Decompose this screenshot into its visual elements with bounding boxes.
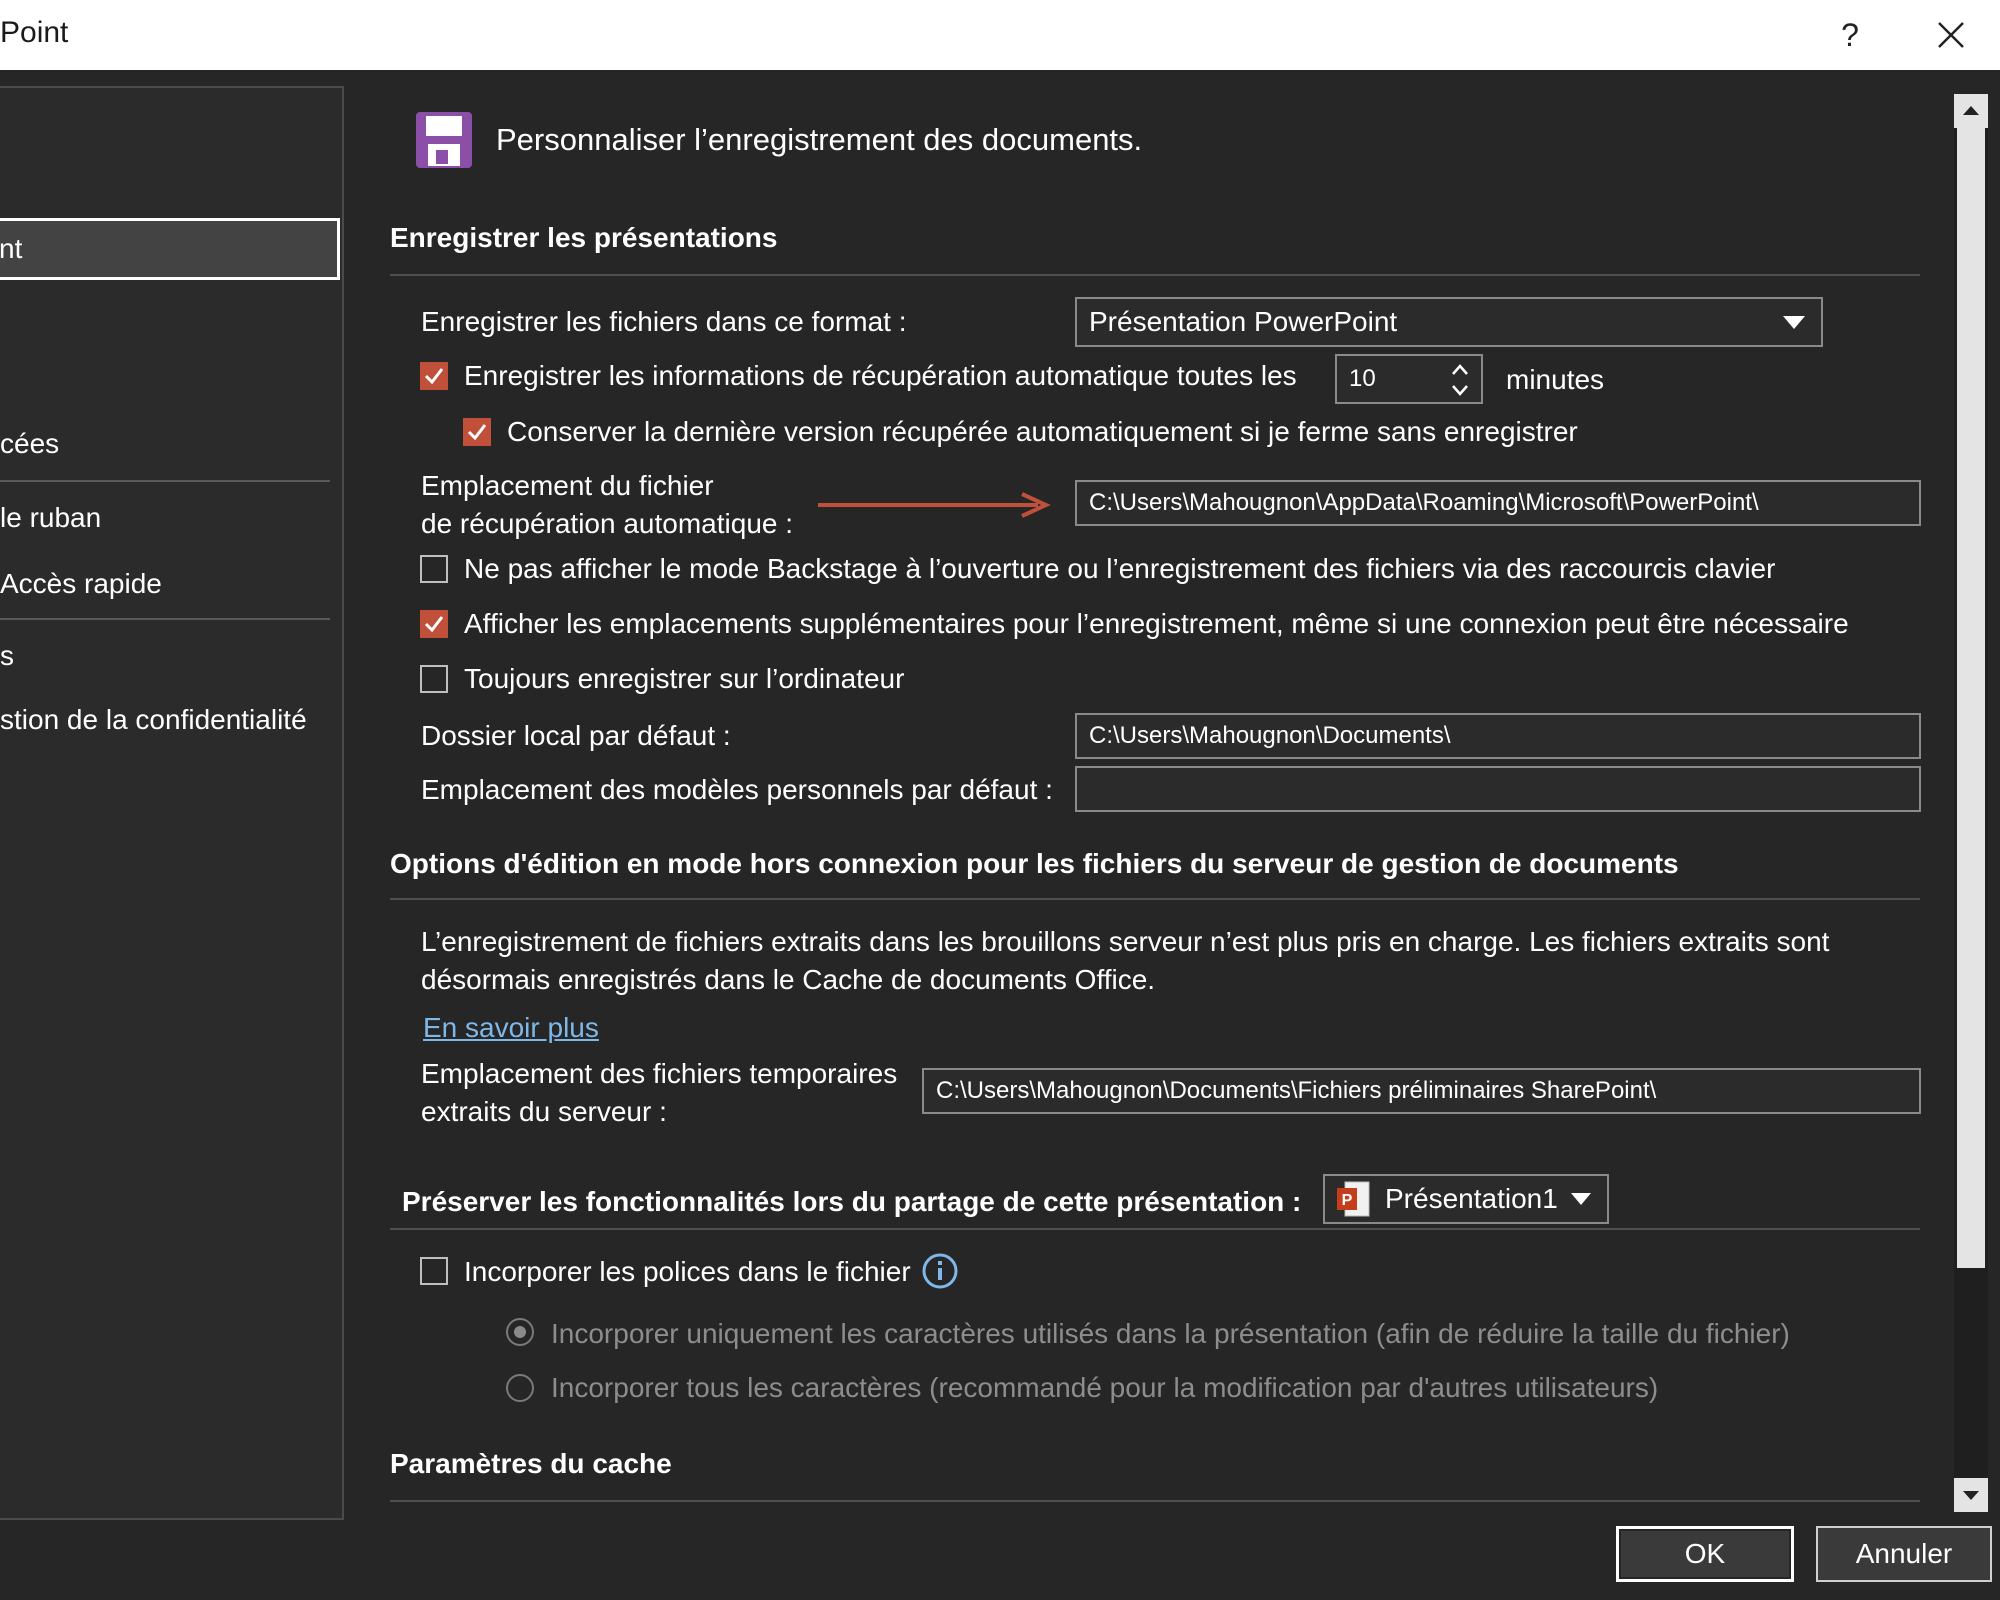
autorecover-checkbox[interactable]: [420, 362, 448, 390]
scrollbar-thumb[interactable]: [1957, 128, 1985, 1268]
offline-info-line-2: désormais enregistrés dans le Cache de d…: [421, 964, 1156, 995]
no-backstage-checkbox[interactable]: [420, 555, 448, 583]
always-local-checkbox[interactable]: [420, 665, 448, 693]
default-folder-label: Dossier local par défaut :: [421, 720, 731, 751]
scroll-up-icon: [1963, 106, 1979, 115]
embed-used-radio[interactable]: [506, 1318, 534, 1346]
keep-version-checkbox[interactable]: [463, 418, 491, 446]
embed-all-radio[interactable]: [506, 1374, 534, 1402]
title-bar: Point ?: [0, 0, 2000, 70]
section-divider: [390, 274, 1920, 276]
close-icon: [1938, 22, 1964, 48]
svg-text:P: P: [1342, 1192, 1353, 1209]
always-local-label: Toujours enregistrer sur l’ordinateur: [464, 663, 905, 694]
autorecover-location-value: C:\Users\Mahougnon\AppData\Roaming\Micro…: [1089, 489, 1759, 516]
no-backstage-label: Ne pas afficher le mode Backstage à l’ou…: [464, 553, 1776, 584]
chevron-down-icon: [1571, 1193, 1591, 1205]
temp-location-label: Emplacement des fichiers temporaires: [421, 1058, 898, 1089]
format-select-value: Présentation PowerPoint: [1089, 306, 1398, 337]
page-title: Personnaliser l’enregistrement des docum…: [496, 122, 1143, 157]
checkmark-icon: [424, 368, 444, 385]
scroll-down-icon: [1963, 1491, 1979, 1500]
temp-location-input[interactable]: C:\Users\Mahougnon\Documents\Fichiers pr…: [922, 1068, 1921, 1114]
section-heading-offline: Options d'édition en mode hors connexion…: [390, 848, 1679, 879]
default-folder-input[interactable]: C:\Users\Mahougnon\Documents\: [1075, 713, 1921, 759]
minutes-label: minutes: [1506, 364, 1605, 395]
embed-fonts-label: Incorporer les polices dans le fichier: [464, 1256, 911, 1287]
section-divider: [390, 898, 1920, 900]
chevron-down-icon: [1783, 316, 1805, 329]
scroll-up-button[interactable]: [1954, 94, 1988, 128]
save-icon: [414, 110, 474, 170]
temp-location-label-2: extraits du serveur :: [421, 1096, 667, 1127]
spin-arrows-icon[interactable]: [1449, 360, 1471, 400]
keep-version-label: Conserver la dernière version récupérée …: [507, 416, 1578, 447]
learn-more-link[interactable]: En savoir plus: [423, 1012, 599, 1044]
autorecover-minutes-stepper[interactable]: 10: [1335, 354, 1483, 404]
checkmark-icon: [467, 424, 487, 441]
temp-location-value: C:\Users\Mahougnon\Documents\Fichiers pr…: [936, 1077, 1657, 1104]
section-heading-cache: Paramètres du cache: [390, 1448, 672, 1479]
sidebar-divider: [0, 618, 330, 620]
scroll-down-button[interactable]: [1954, 1478, 1988, 1512]
help-button[interactable]: ?: [1828, 12, 1872, 58]
cancel-button[interactable]: Annuler: [1816, 1526, 1992, 1582]
arrow-annotation-icon: [818, 492, 1051, 518]
autorecover-label: Enregistrer les informations de récupéra…: [464, 360, 1297, 391]
sidebar-item-save[interactable]: nt: [0, 218, 340, 280]
offline-info-line-1: L’enregistrement de fichiers extraits da…: [421, 926, 1830, 957]
presentation-select[interactable]: P Présentation1: [1323, 1174, 1609, 1224]
sidebar-item-trust-center[interactable]: stion de la confidentialité: [0, 704, 307, 736]
format-select[interactable]: Présentation PowerPoint: [1075, 297, 1823, 347]
section-heading-save: Enregistrer les présentations: [390, 222, 778, 253]
presentation-select-value: Présentation1: [1385, 1183, 1558, 1214]
close-button[interactable]: [1928, 12, 1974, 58]
ok-button[interactable]: OK: [1616, 1526, 1794, 1582]
sidebar-divider: [0, 480, 330, 482]
sidebar-item-quick-access[interactable]: Accès rapide: [0, 568, 162, 600]
autorecover-location-label-2: de récupération automatique :: [421, 508, 794, 539]
show-locations-label: Afficher les emplacements supplémentaire…: [464, 608, 1849, 639]
embed-fonts-checkbox[interactable]: [420, 1257, 448, 1285]
info-icon[interactable]: [921, 1252, 959, 1290]
embed-used-label: Incorporer uniquement les caractères uti…: [551, 1318, 1790, 1349]
section-divider: [390, 1500, 1920, 1502]
format-label: Enregistrer les fichiers dans ce format …: [421, 306, 907, 337]
powerpoint-file-icon: P: [1337, 1181, 1370, 1217]
sidebar-item-addins[interactable]: s: [0, 640, 14, 672]
sidebar-item-customize-ribbon[interactable]: le ruban: [0, 502, 101, 534]
sidebar-item-advanced[interactable]: cées: [0, 428, 59, 460]
section-divider: [390, 1228, 1920, 1230]
embed-all-label: Incorporer tous les caractères (recomman…: [551, 1372, 1659, 1403]
autorecover-location-label: Emplacement du fichier: [421, 470, 714, 501]
window-title: Point: [0, 16, 69, 49]
section-heading-preserve: Préserver les fonctionnalités lors du pa…: [402, 1186, 1302, 1217]
sidebar-item-label: nt: [0, 233, 23, 264]
default-folder-value: C:\Users\Mahougnon\Documents\: [1089, 722, 1451, 749]
options-sidebar: [0, 86, 344, 1520]
autorecover-minutes-value: 10: [1349, 365, 1376, 392]
templates-input[interactable]: [1075, 766, 1921, 812]
show-locations-checkbox[interactable]: [420, 610, 448, 638]
templates-label: Emplacement des modèles personnels par d…: [421, 774, 1053, 805]
autorecover-location-input[interactable]: C:\Users\Mahougnon\AppData\Roaming\Micro…: [1075, 480, 1921, 526]
checkmark-icon: [424, 616, 444, 633]
